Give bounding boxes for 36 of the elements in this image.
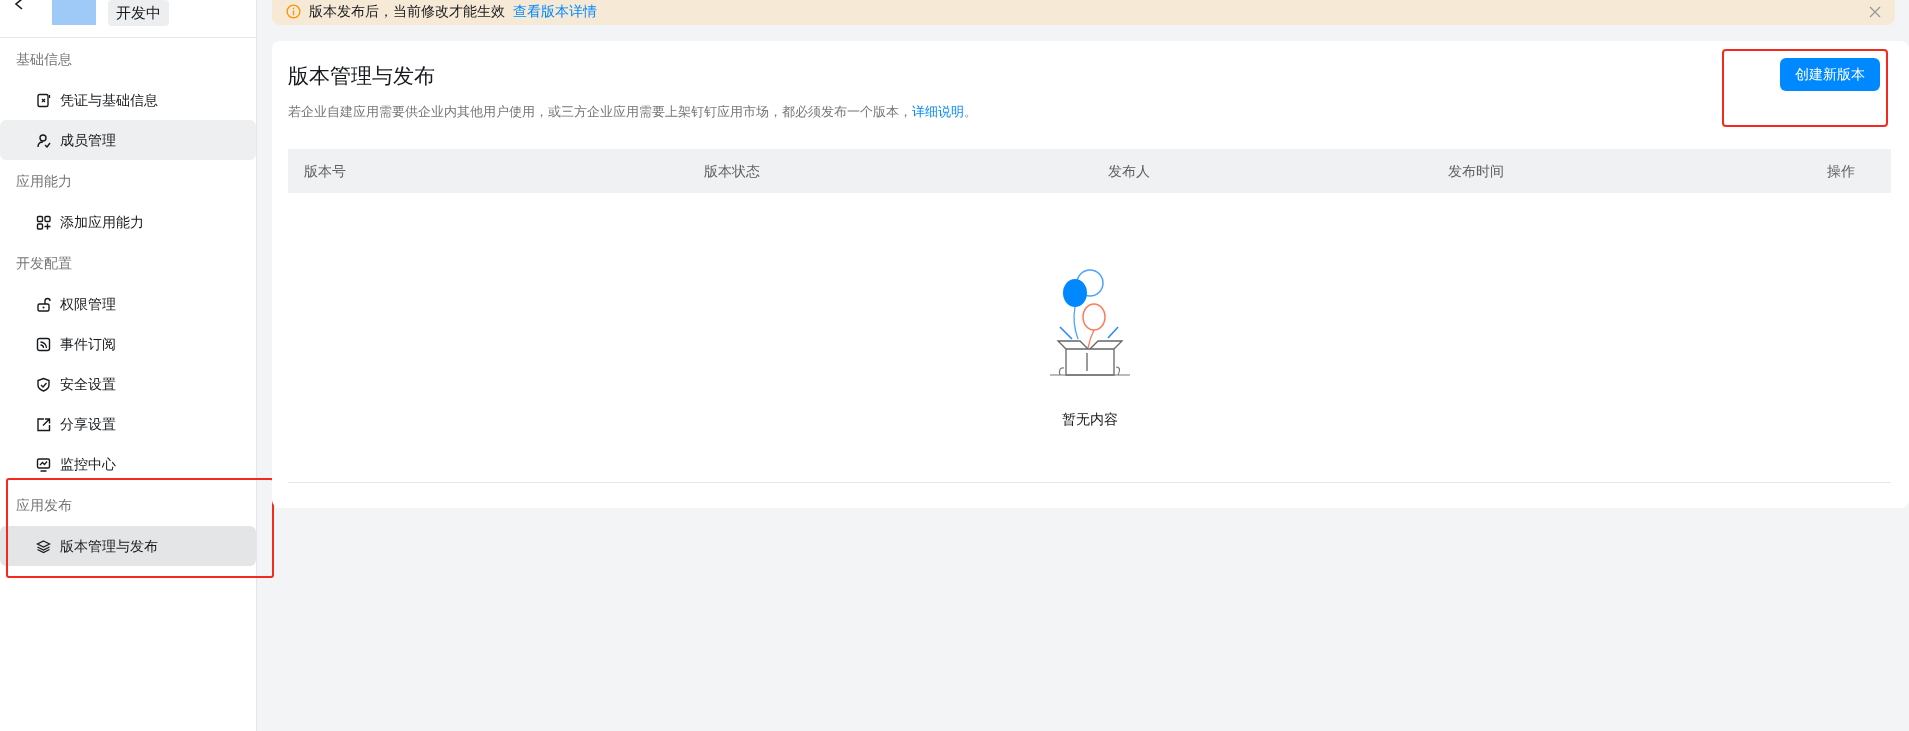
group-label: 开发配置	[15, 253, 73, 273]
info-icon	[286, 4, 301, 19]
empty-text: 暂无内容	[1061, 410, 1118, 429]
layers-icon	[36, 538, 51, 554]
panel-title: 版本管理与发布	[288, 63, 436, 89]
column-header: 发布时间	[1448, 161, 1505, 181]
column-header: 版本号	[304, 161, 347, 181]
credential-icon	[36, 92, 51, 108]
member-icon	[36, 132, 51, 148]
sidebar-item[interactable]: 安全设置	[0, 364, 256, 404]
sidebar-item[interactable]: 凭证与基础信息	[0, 80, 256, 120]
sidebar-item[interactable]: 事件订阅	[0, 324, 256, 364]
status-badge: 开发中	[108, 0, 169, 26]
column-header: 版本状态	[704, 161, 761, 181]
group-label: 应用发布	[15, 495, 73, 515]
sidebar-item[interactable]: 权限管理	[0, 284, 256, 324]
feed-icon	[36, 336, 51, 352]
sidebar-item[interactable]: 成员管理	[0, 120, 256, 160]
group-label: 应用能力	[15, 171, 73, 191]
back-icon[interactable]	[14, 0, 24, 12]
sidebar-item[interactable]: 分享设置	[0, 404, 256, 444]
lock-icon	[36, 296, 51, 312]
app-logo	[52, 0, 96, 25]
description-text: 若企业自建应用需要供企业内其他用户使用，或三方企业应用需要上架钉钉应用市场，都必须发布一个版本，详细说明。	[288, 103, 977, 122]
notice-text: 版本发布后，当前修改才能生效	[309, 2, 505, 21]
sidebar-item[interactable]: 版本管理与发布	[0, 526, 256, 566]
detail-link[interactable]: 详细说明	[912, 104, 964, 120]
grid-plus-icon	[36, 214, 51, 230]
monitor-icon	[36, 456, 51, 472]
group-label: 基础信息	[15, 49, 73, 69]
sidebar-item[interactable]: 添加应用能力	[0, 202, 256, 242]
share-icon	[36, 416, 51, 432]
shield-icon	[36, 376, 51, 392]
column-header: 操作	[1826, 161, 1856, 181]
sidebar-item[interactable]: 监控中心	[0, 444, 256, 484]
column-header: 发布人	[1108, 161, 1151, 181]
